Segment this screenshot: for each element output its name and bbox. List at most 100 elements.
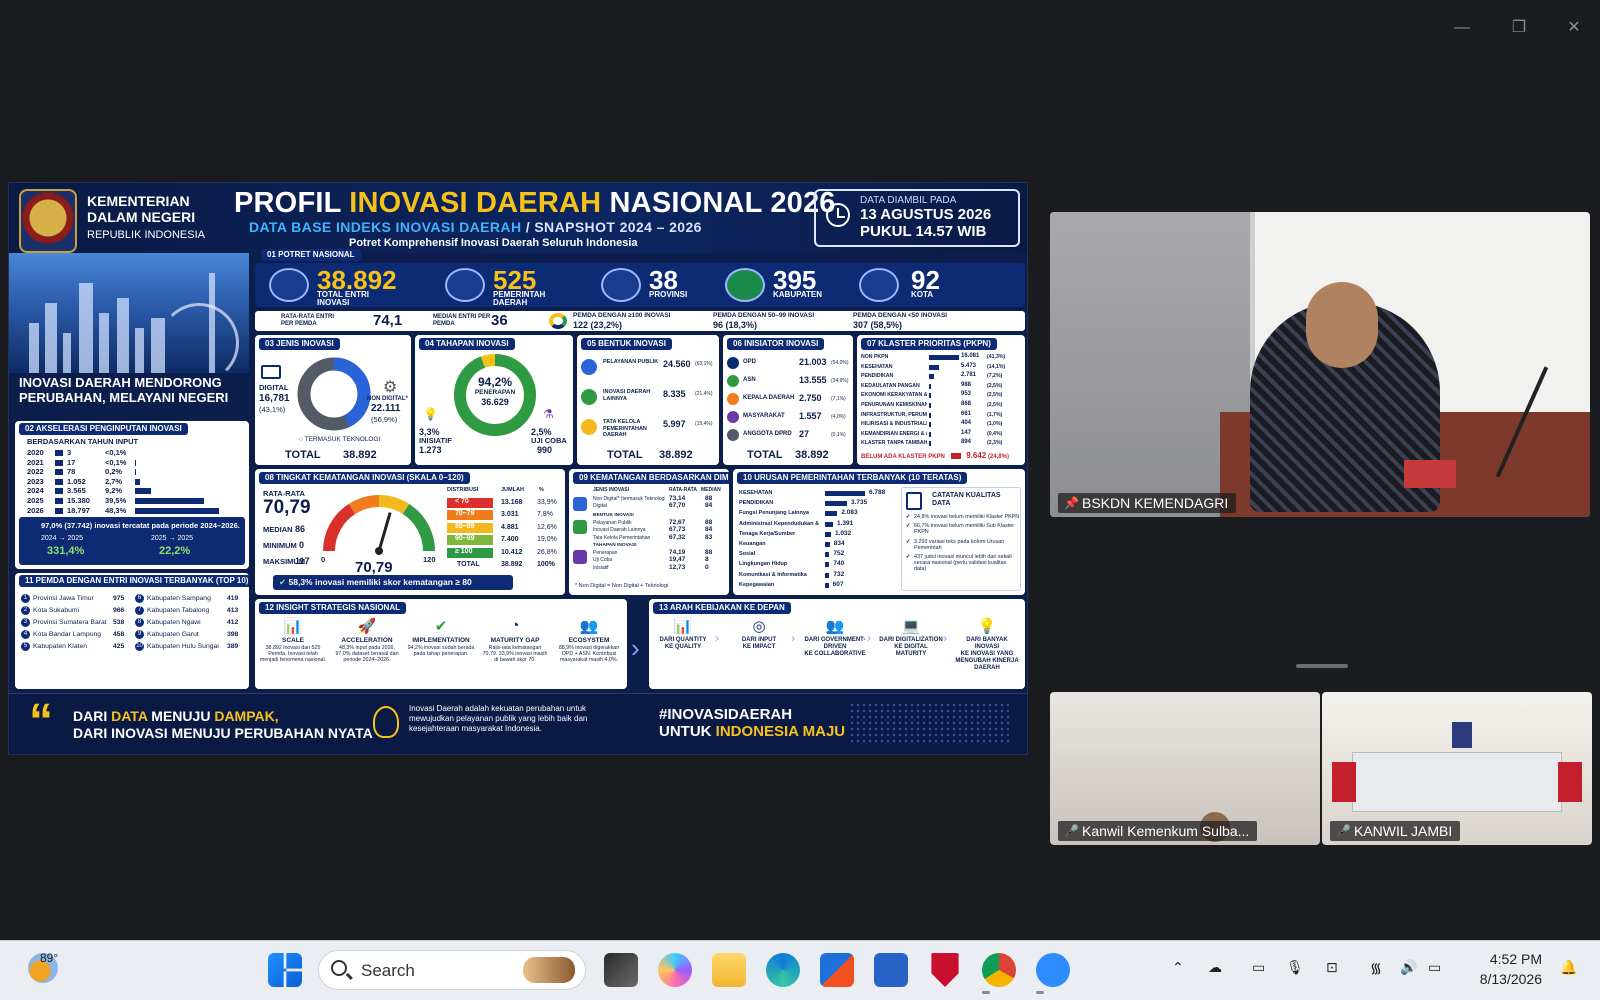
inisiator-label: KEPALA DAERAH bbox=[743, 395, 795, 401]
bentuk-row: TATA KELOLA PEMERINTAHAN DAERAH 5.997 (15,… bbox=[581, 415, 717, 445]
store-icon[interactable] bbox=[820, 953, 854, 987]
city-icon bbox=[859, 268, 899, 302]
urusan-panel: 10 URUSAN PEMERINTAHAN TERBANYAK (10 TER… bbox=[733, 469, 1025, 595]
jenis-inovasi-panel: 03 JENIS INOVASI DIGITAL 16,781 (43,1%) … bbox=[255, 335, 411, 465]
inisiator-row: ASN 13.555 (34,9%) bbox=[727, 372, 851, 390]
inisiator-list: OPD 21.003 (54,0%) ASN 13.555 (34,9%) KEPALA D… bbox=[727, 354, 851, 444]
arah-from: DARI QUANTITY bbox=[659, 637, 707, 643]
klaster-value: 404 bbox=[961, 420, 972, 427]
search-icon bbox=[331, 960, 347, 976]
taskbar-clock[interactable]: 4:52 PM 8/13/2026 bbox=[1480, 949, 1542, 989]
pemda-name: Kabupaten Garut bbox=[147, 631, 199, 638]
edge-icon[interactable] bbox=[766, 953, 800, 987]
year-marker bbox=[55, 497, 63, 504]
year-row: 2023 1.052 2,7% bbox=[23, 477, 245, 487]
klaster-pct: (2,5%) bbox=[987, 401, 1003, 408]
distribusi-range: ≥ 100 bbox=[447, 547, 493, 558]
dimensi-avg: 67,32 bbox=[669, 533, 686, 541]
dimensi-label: Inisiatif bbox=[593, 564, 609, 571]
wifi-icon[interactable]: ᯾ bbox=[1370, 959, 1382, 978]
file-explorer-icon[interactable] bbox=[712, 953, 746, 987]
minimize-icon[interactable]: — bbox=[1448, 14, 1476, 42]
slogan: DARI DATA MENUJU DAMPAK, DARI INOVASI ME… bbox=[73, 708, 373, 741]
bentuk-icon bbox=[581, 389, 597, 405]
windows-start-icon[interactable] bbox=[268, 953, 302, 987]
data-date-box: DATA DIAMBIL PADA 13 AGUSTUS 2026 PUKUL … bbox=[814, 189, 1020, 247]
app-tray-icon[interactable]: ⊡ bbox=[1326, 959, 1338, 976]
urusan-row: Sosial 752 bbox=[739, 550, 899, 560]
inisiator-value: 21.003 bbox=[799, 357, 827, 367]
year-row: 2026 18.797 48,3% bbox=[23, 506, 245, 516]
restore-icon[interactable]: ❐ bbox=[1505, 14, 1533, 42]
close-icon[interactable]: ✕ bbox=[1560, 14, 1588, 42]
lightbulb-icon bbox=[373, 706, 399, 738]
akselerasi-panel: 02 AKSELERASI PENGINPUTAN INOVASI BERDAS… bbox=[15, 421, 249, 569]
year-value: 18.797 bbox=[67, 505, 90, 515]
year-pct: 2,7% bbox=[105, 476, 123, 486]
cast-icon[interactable]: ▭ bbox=[1252, 959, 1265, 976]
chevron-up-icon[interactable]: ⌃ bbox=[1172, 959, 1184, 976]
distribusi-pct: 26,8% bbox=[537, 548, 557, 556]
microphone-icon[interactable]: 🎙 bbox=[1286, 959, 1304, 976]
year-marker bbox=[55, 459, 63, 466]
distribusi-value: 7.400 bbox=[501, 536, 519, 544]
video-tile-jambi[interactable]: 🎤 KANWIL JAMBI bbox=[1322, 692, 1592, 845]
year-label: 2020 bbox=[27, 448, 44, 457]
urusan-value: 6.788 bbox=[869, 489, 886, 496]
bentuk-list: PELAYANAN PUBLIK 24.560 (63,1%) INOVASI DAE… bbox=[581, 355, 717, 445]
dimensi-label: Digital bbox=[593, 503, 607, 510]
klaster-label: NON PKPN bbox=[861, 354, 889, 360]
distribusi-pct: 12,6% bbox=[537, 523, 557, 531]
year-value: 17 bbox=[67, 457, 76, 467]
urusan-label: Administrasi Kependudukan & Pencatatan S… bbox=[739, 520, 821, 527]
arrow-right-icon: › bbox=[791, 631, 795, 645]
task-view-icon[interactable] bbox=[604, 953, 638, 987]
copilot-icon[interactable] bbox=[658, 953, 692, 987]
resize-handle[interactable] bbox=[1296, 664, 1348, 668]
arah-from: DARI INPUT bbox=[741, 637, 777, 643]
klaster-bar bbox=[929, 402, 931, 408]
klaster-bar bbox=[929, 393, 931, 399]
arah-from: DARI DIGITALIZATION bbox=[879, 637, 943, 643]
pemda-value: 412 bbox=[227, 619, 239, 626]
battery-icon[interactable]: ▭ bbox=[1428, 959, 1441, 976]
inisiator-icon bbox=[727, 357, 739, 369]
klaster-row: KESEHATAN 5.473 (14,1%) bbox=[861, 363, 1023, 373]
rocket-icon: 🚀 bbox=[357, 618, 377, 635]
app-icon[interactable] bbox=[874, 953, 908, 987]
zoom-icon[interactable] bbox=[1036, 953, 1070, 987]
onedrive-icon[interactable]: ☁ bbox=[1208, 959, 1222, 976]
volume-icon[interactable]: 🔊 bbox=[1400, 959, 1417, 976]
kualitas-text: 3.293 variasi teks pada kolom Urusan Pem… bbox=[914, 538, 1005, 551]
year-bar bbox=[135, 478, 140, 485]
windows-taskbar: 89° Search ⌃ ☁ ▭ 🎙 ⊡ ᯾ 🔊 ▭ 4:52 PM 8/13/… bbox=[0, 940, 1600, 1000]
inisiator-label: ASN bbox=[743, 377, 756, 383]
video-tile-speaker[interactable]: 📌 BSKDN KEMENDAGRI bbox=[1050, 212, 1590, 517]
klaster-pct: (41,3%) bbox=[987, 354, 1006, 360]
dimensi-header-cell: JENIS INOVASI bbox=[593, 487, 630, 493]
dimensi-label: Non Digital* (termasuk Teknologi) bbox=[593, 496, 665, 502]
check-icon: ✔ bbox=[906, 514, 911, 520]
klaster-bar bbox=[929, 422, 931, 428]
subtitle-2: Potret Komprehensif Inovasi Daerah Selur… bbox=[349, 237, 638, 249]
chrome-icon[interactable] bbox=[982, 953, 1016, 987]
dimensi-label: Tata Kelola Pemerintahan bbox=[593, 534, 651, 541]
dimensi-avg: 67,73 bbox=[669, 526, 686, 534]
pemda-name: Kabupaten Hulu Sungai Utara bbox=[147, 643, 221, 650]
klaster-pct: (7,2%) bbox=[987, 373, 1003, 380]
mcafee-icon[interactable] bbox=[931, 953, 959, 987]
video-tile-sulbar[interactable]: 🎤 Kanwil Kemenkum Sulba... bbox=[1050, 692, 1320, 845]
dimensi-table: JENIS INOVASI RATA-RATA MEDIAN Non Digital*… bbox=[573, 487, 727, 573]
top10-row: 2 Kota Sukabumi 966 bbox=[21, 605, 133, 617]
insight-heading: ECOSYSTEM bbox=[568, 637, 610, 644]
search-highlight-icon bbox=[523, 957, 575, 983]
search-input[interactable]: Search bbox=[318, 950, 586, 990]
year-marker bbox=[55, 507, 63, 514]
urusan-value: 834 bbox=[833, 539, 845, 547]
chart-growth-icon: 📊 bbox=[283, 618, 303, 635]
klaster-value: 2.781 bbox=[961, 372, 977, 379]
weather-temp[interactable]: 89° bbox=[40, 951, 58, 965]
inisiator-label: MASYARAKAT bbox=[743, 413, 785, 419]
urusan-label: Sosial bbox=[739, 551, 756, 558]
notification-bell-icon[interactable]: 🔔 bbox=[1560, 959, 1577, 976]
